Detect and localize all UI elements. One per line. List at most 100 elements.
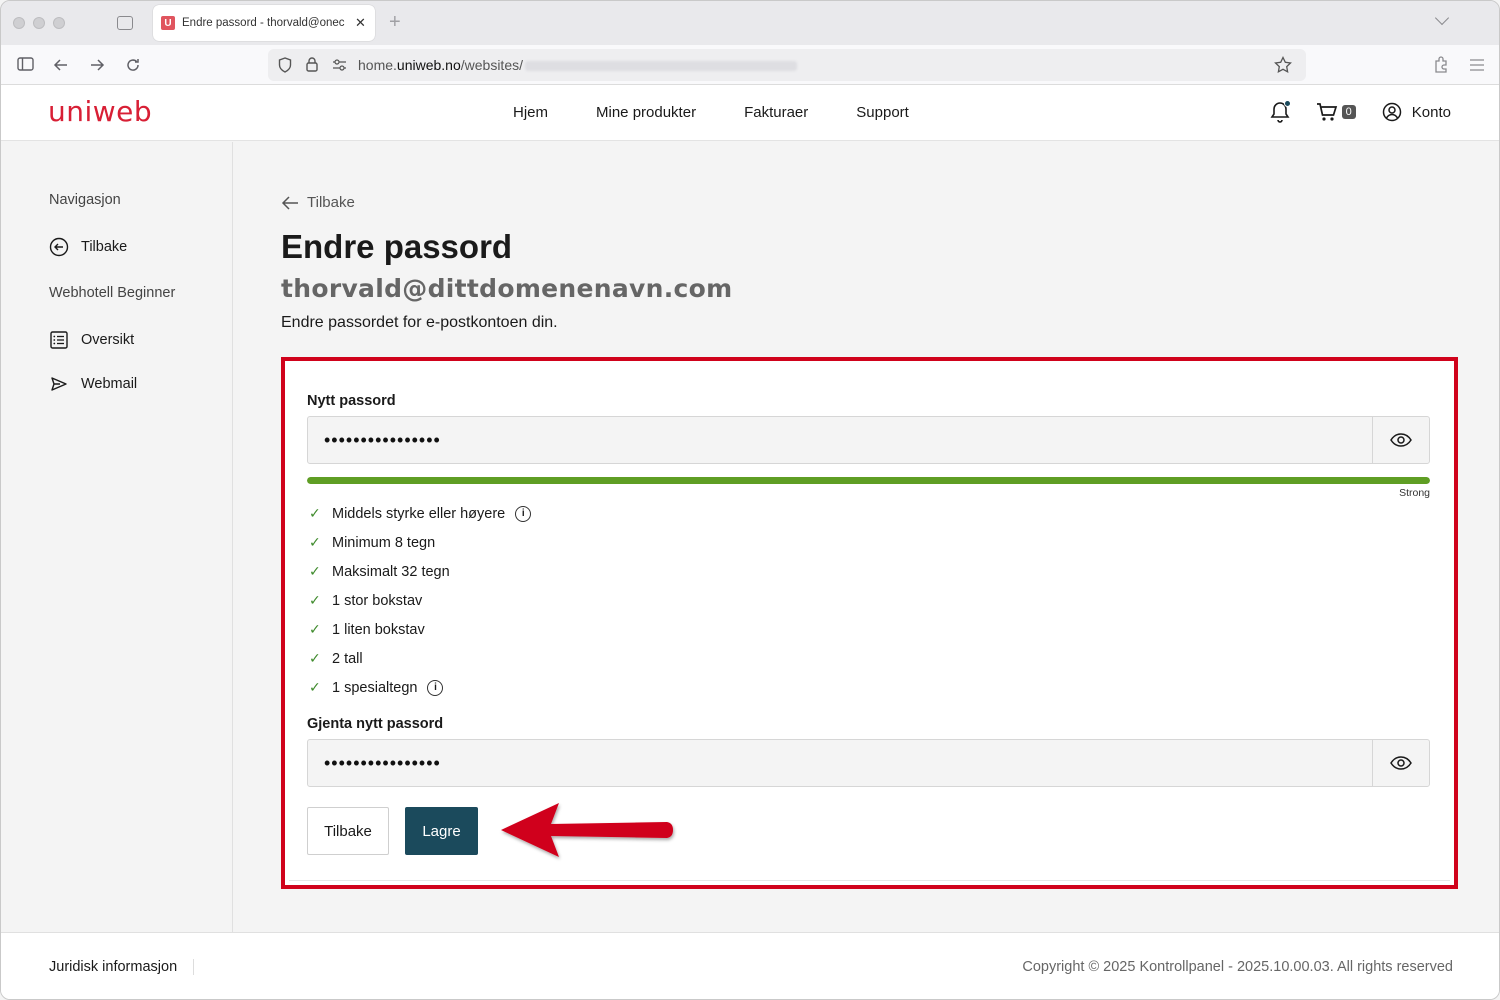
password-strength-fill xyxy=(307,477,1430,484)
red-annotation-arrow-icon xyxy=(501,803,673,857)
requirement-item: ✓ Maksimalt 32 tegn xyxy=(309,563,450,580)
sidebar-toggle-icon[interactable] xyxy=(17,57,34,71)
form-divider xyxy=(289,880,1450,881)
requirement-label: 2 tall xyxy=(332,650,363,667)
reload-icon[interactable] xyxy=(125,57,141,73)
requirement-label: 1 liten bokstav xyxy=(332,621,425,638)
check-icon: ✓ xyxy=(309,679,321,695)
requirement-label: 1 stor bokstav xyxy=(332,592,423,609)
uniweb-logo[interactable]: uniweb xyxy=(48,95,152,128)
nav-support[interactable]: Support xyxy=(856,104,909,121)
nav-invoices[interactable]: Fakturaer xyxy=(744,104,808,121)
info-icon[interactable]: i xyxy=(427,679,444,696)
requirement-item: ✓ Middels styrke eller høyere i xyxy=(309,505,532,522)
list-icon xyxy=(50,331,68,349)
tab-overview-icon[interactable] xyxy=(117,16,133,30)
eye-icon xyxy=(1390,433,1412,447)
copyright-text: Copyright © 2025 Kontrollpanel - 2025.10… xyxy=(1022,959,1453,975)
requirement-item: ✓ Minimum 8 tegn xyxy=(309,534,435,551)
check-icon: ✓ xyxy=(309,650,321,666)
tab-title: Endre passord - thorvald@onec xyxy=(182,17,345,29)
legal-info-link[interactable]: Juridisk informasjon xyxy=(49,959,195,975)
cart-icon xyxy=(1316,103,1337,121)
site-header: uniweb Hjem Mine produkter Fakturaer Sup… xyxy=(1,85,1499,141)
password-strength-bar xyxy=(307,477,1430,484)
email-address-heading: thorvald@dittdomenenavn.com xyxy=(281,274,733,303)
sidebar-item-label: Oversikt xyxy=(81,332,135,348)
browser-tab-active[interactable]: U Endre passord - thorvald@onec ✕ xyxy=(153,5,375,41)
tab-bar: U Endre passord - thorvald@onec ✕ + xyxy=(1,1,1499,45)
close-tab-icon[interactable]: ✕ xyxy=(355,15,366,31)
notifications-bell-icon[interactable] xyxy=(1270,100,1291,123)
repeat-password-label: Gjenta nytt passord xyxy=(307,716,444,732)
send-icon xyxy=(51,377,67,391)
lock-icon[interactable] xyxy=(306,57,318,72)
show-password-button[interactable] xyxy=(1372,417,1429,463)
favicon-icon: U xyxy=(161,16,175,30)
address-bar[interactable]: home.uniweb.no/websites/ xyxy=(268,49,1306,81)
requirement-item: ✓ 2 tall xyxy=(309,650,363,667)
tab-list-chevron-icon[interactable] xyxy=(1434,10,1450,26)
back-link-label: Tilbake xyxy=(307,194,355,211)
repeat-password-input[interactable]: •••••••••••••••• xyxy=(308,753,1372,774)
account-label: Konto xyxy=(1411,103,1451,121)
requirement-item: ✓ 1 stor bokstav xyxy=(309,592,422,609)
minimize-window-button[interactable] xyxy=(33,17,45,29)
sidebar-item-label: Webmail xyxy=(81,376,138,392)
repeat-password-field[interactable]: •••••••••••••••• xyxy=(307,739,1430,787)
forward-arrow-icon[interactable] xyxy=(89,57,105,73)
requirement-label: 1 spesialtegn xyxy=(332,679,418,696)
nav-home[interactable]: Hjem xyxy=(513,104,548,121)
sidebar-product-heading: Webhotell Beginner xyxy=(49,285,176,301)
password-strength-label: Strong xyxy=(1399,487,1430,499)
check-icon: ✓ xyxy=(309,563,321,579)
browser-toolbar: home.uniweb.no/websites/ xyxy=(1,45,1499,85)
account-user-icon xyxy=(1382,102,1402,122)
back-arrow-icon[interactable] xyxy=(53,57,69,73)
back-button[interactable]: Tilbake xyxy=(307,807,389,855)
back-circle-icon xyxy=(49,237,69,257)
new-tab-icon[interactable]: + xyxy=(389,11,401,34)
new-password-field[interactable]: •••••••••••••••• xyxy=(307,416,1430,464)
nav-my-products[interactable]: Mine produkter xyxy=(596,104,696,121)
save-button[interactable]: Lagre xyxy=(405,807,478,855)
cart-count-badge: 0 xyxy=(1341,105,1356,119)
show-repeat-password-button[interactable] xyxy=(1372,740,1429,786)
new-password-input[interactable]: •••••••••••••••• xyxy=(308,430,1372,451)
notification-dot xyxy=(1283,100,1291,107)
menu-icon[interactable] xyxy=(1469,58,1485,72)
sidebar-heading: Navigasjon xyxy=(49,192,121,208)
page-description: Endre passordet for e-postkontoen din. xyxy=(281,314,558,331)
close-window-button[interactable] xyxy=(13,17,25,29)
sidebar-item-back[interactable]: Tilbake xyxy=(49,237,127,257)
zoom-window-button[interactable] xyxy=(53,17,65,29)
check-icon: ✓ xyxy=(309,534,321,550)
page-title: Endre passord xyxy=(281,228,513,265)
requirement-label: Maksimalt 32 tegn xyxy=(332,563,450,580)
sidebar-item-overview[interactable]: Oversikt xyxy=(49,330,134,350)
sidebar-item-webmail[interactable]: Webmail xyxy=(49,374,137,394)
site-footer: Juridisk informasjon Copyright © 2025 Ko… xyxy=(1,932,1499,999)
cart-button[interactable]: 0 xyxy=(1316,102,1356,122)
shield-icon[interactable] xyxy=(278,57,292,73)
check-icon: ✓ xyxy=(309,621,321,637)
eye-icon xyxy=(1390,756,1412,770)
bookmark-star-icon[interactable] xyxy=(1274,56,1292,74)
header-actions: 0 Konto xyxy=(1270,100,1451,123)
back-link[interactable]: Tilbake xyxy=(281,194,355,211)
requirement-label: Minimum 8 tegn xyxy=(332,534,436,551)
browser-window: U Endre passord - thorvald@onec ✕ + home… xyxy=(0,0,1500,1000)
account-menu[interactable]: Konto xyxy=(1382,102,1451,122)
check-icon: ✓ xyxy=(309,505,321,521)
extensions-icon[interactable] xyxy=(1433,56,1449,74)
info-icon[interactable]: i xyxy=(515,505,532,522)
window-controls xyxy=(13,17,65,29)
requirement-item: ✓ 1 liten bokstav xyxy=(309,621,425,638)
main-navigation: Hjem Mine produkter Fakturaer Support xyxy=(513,104,909,121)
site-settings-icon[interactable] xyxy=(332,59,347,71)
sidebar-item-label: Tilbake xyxy=(81,239,128,255)
sidebar: Navigasjon Tilbake Webhotell Beginner Ov… xyxy=(1,142,233,932)
requirement-item: ✓ 1 spesialtegn i xyxy=(309,679,444,696)
requirement-label: Middels styrke eller høyere xyxy=(332,505,506,522)
check-icon: ✓ xyxy=(309,592,321,608)
